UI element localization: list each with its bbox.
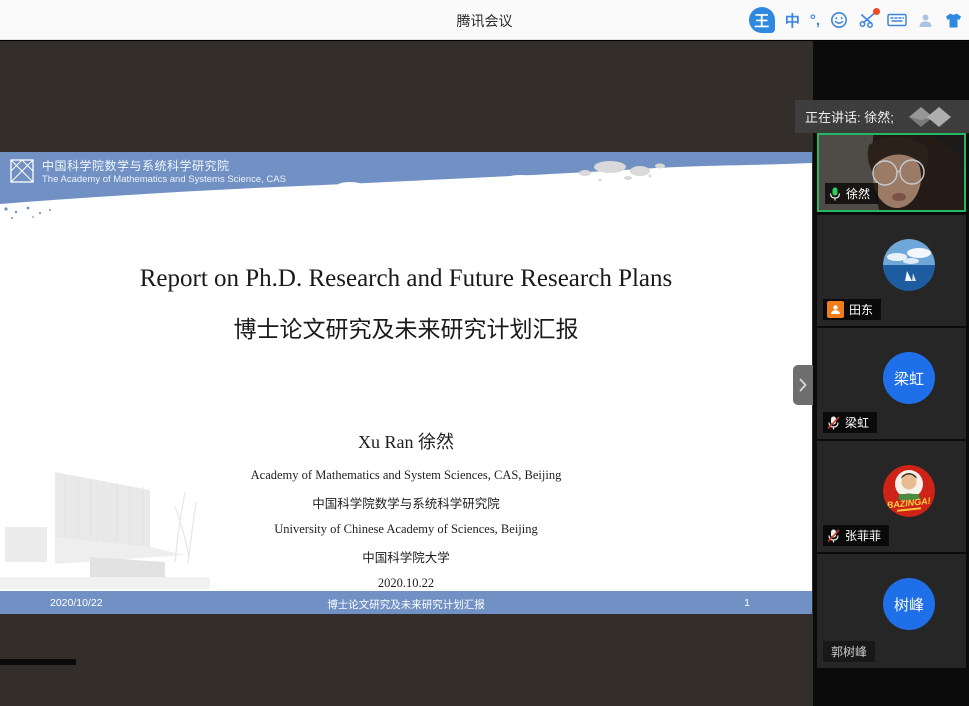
- participant-tile-xuran[interactable]: 徐然: [817, 133, 966, 212]
- scissors-screenshot-icon[interactable]: [858, 11, 877, 29]
- institute-name-en: The Academy of Mathematics and Systems S…: [42, 174, 286, 185]
- initials-avatar: 梁虹: [883, 352, 935, 404]
- user-profile-icon[interactable]: [917, 12, 934, 29]
- footer-page-number: 1: [744, 597, 750, 609]
- mic-on-icon: [829, 187, 841, 201]
- presentation-slide: 中国科学院数学与系统科学研究院 The Academy of Mathemati…: [0, 152, 812, 614]
- notification-dot: [873, 8, 880, 15]
- slide-title-cn: 博士论文研究及未来研究计划汇报: [0, 310, 812, 344]
- participant-tile-guoshufeng[interactable]: 树峰 郭树峰: [817, 554, 966, 668]
- ime-toolbar: 王 中 °,: [749, 4, 963, 36]
- active-speaker-text: 正在讲话: 徐然;: [795, 107, 894, 126]
- initials-avatar: 树峰: [883, 578, 935, 630]
- mic-muted-icon: [827, 529, 840, 543]
- titlebar: 腾讯会议 王 中 °,: [0, 0, 969, 40]
- institute-name-cn: 中国科学院数学与系统科学研究院: [42, 157, 286, 174]
- participant-name-badge: 梁虹: [823, 412, 877, 433]
- ime-language-toggle[interactable]: 中: [785, 10, 800, 31]
- participant-name-badge: 徐然: [825, 183, 878, 204]
- avatar-text: 树峰: [894, 594, 924, 615]
- emoji-icon[interactable]: [830, 11, 848, 29]
- watermark-logo-icon: [909, 105, 961, 129]
- sogou-ime-avatar-icon[interactable]: 王: [749, 7, 775, 33]
- slide-title-en: Report on Ph.D. Research and Future Rese…: [0, 265, 812, 293]
- affiliation-en-1: Academy of Mathematics and System Scienc…: [0, 468, 812, 483]
- bazinga-avatar: BAZINGA!: [883, 465, 935, 517]
- keyboard-icon[interactable]: [887, 12, 907, 28]
- participant-tile-tiandong[interactable]: 田东: [817, 215, 966, 326]
- author-block: Xu Ran 徐然 Academy of Mathematics and Sys…: [0, 428, 812, 601]
- participant-name: 田东: [849, 301, 873, 318]
- slide-footer-bar: 2020/10/22 博士论文研究及未来研究计划汇报 1: [0, 591, 812, 614]
- participant-name-badge: 张菲菲: [823, 525, 889, 546]
- affiliation-en-2: University of Chinese Academy of Science…: [0, 522, 812, 537]
- participant-name-badge: 郭树峰: [823, 641, 875, 662]
- tencent-meeting-window: 腾讯会议 王 中 °,: [0, 0, 969, 706]
- affiliation-cn-1: 中国科学院数学与系统科学研究院: [0, 493, 812, 512]
- participant-name-badge: 田东: [823, 299, 881, 320]
- participant-tile-zhangfeifei[interactable]: BAZINGA! 张菲菲: [817, 441, 966, 552]
- active-speaker-banner: 正在讲话: 徐然;: [795, 100, 969, 133]
- participant-name: 张菲菲: [845, 527, 881, 544]
- presentation-date: 2020.10.22: [0, 576, 812, 591]
- participant-tile-lianghong[interactable]: 梁虹 梁虹: [817, 328, 966, 439]
- ime-punctuation-toggle[interactable]: °,: [810, 12, 820, 29]
- participant-name: 郭树峰: [831, 643, 867, 660]
- panel-expand-chevron-button[interactable]: [793, 365, 813, 405]
- shared-screen-stage: 中国科学院数学与系统科学研究院 The Academy of Mathemati…: [0, 41, 813, 706]
- audio-not-connected-icon: [827, 301, 844, 318]
- mic-muted-icon: [827, 416, 840, 430]
- screen-edge-strip: [0, 659, 76, 665]
- cas-amss-logo-icon: [8, 157, 36, 185]
- affiliation-cn-2: 中国科学院大学: [0, 547, 812, 566]
- author-name: Xu Ran 徐然: [0, 428, 812, 454]
- participant-name: 梁虹: [845, 414, 869, 431]
- avatar-text: 梁虹: [894, 368, 924, 389]
- participant-name: 徐然: [846, 185, 870, 202]
- footer-title: 博士论文研究及未来研究计划汇报: [0, 597, 812, 612]
- skin-shirt-icon[interactable]: [944, 12, 963, 29]
- ocean-avatar: [883, 239, 935, 291]
- participants-panel: 徐然 田东: [813, 41, 969, 706]
